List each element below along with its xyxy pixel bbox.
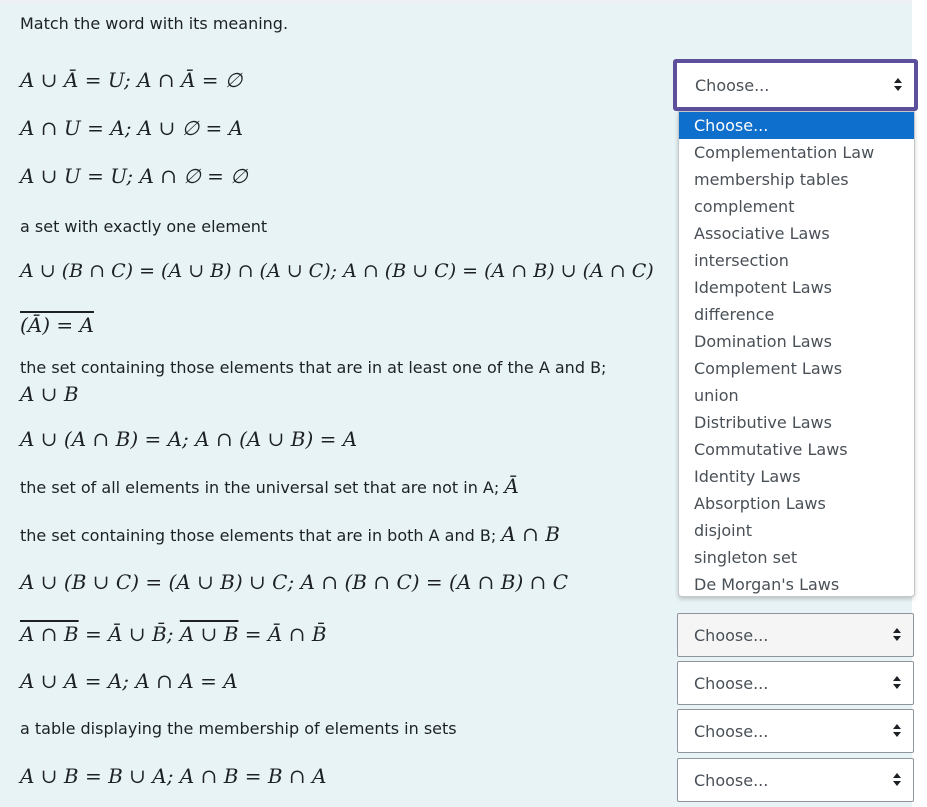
select-arrows-icon: [891, 767, 903, 795]
select-value: Choose...: [694, 771, 769, 790]
match-stem-2: A ∩ U = A; A ∪ ∅ = A: [20, 116, 244, 140]
select-options-list[interactable]: Choose... Complementation Law membership…: [678, 111, 915, 597]
de-morgan-rhs-2: = Ā ∩ B̄: [238, 622, 327, 646]
option-distributive-laws[interactable]: Distributive Laws: [679, 409, 914, 436]
match-stem-9: the set of all elements in the universal…: [20, 474, 519, 498]
match-stem-3: A ∪ U = U; A ∩ ∅ = ∅: [20, 164, 248, 188]
answer-select-12[interactable]: Choose...: [677, 613, 914, 657]
match-stem-4: a set with exactly one element: [20, 217, 268, 236]
question-prompt: Match the word with its meaning.: [20, 14, 289, 33]
match-stem-12: A ∩ B = Ā ∪ B̄; A ∪ B = Ā ∩ B̄: [20, 622, 327, 646]
option-idempotent-laws[interactable]: Idempotent Laws: [679, 274, 914, 301]
answer-select-14[interactable]: Choose...: [677, 709, 914, 753]
match-stem-10-math: A ∩ B: [501, 522, 560, 546]
option-absorption-laws[interactable]: Absorption Laws: [679, 490, 914, 517]
match-stem-13: A ∪ A = A; A ∩ A = A: [20, 669, 238, 693]
option-identity-laws[interactable]: Identity Laws: [679, 463, 914, 490]
de-morgan-rhs-1: = Ā ∪ B̄;: [78, 622, 180, 646]
match-stem-6: (Ā) = A: [20, 313, 94, 337]
option-disjoint[interactable]: disjoint: [679, 517, 914, 544]
answer-select-15[interactable]: Choose...: [677, 758, 914, 802]
de-morgan-lhs-2: A ∪ B: [179, 622, 239, 646]
match-stem-10-text: the set containing those elements that a…: [20, 526, 497, 545]
option-intersection[interactable]: intersection: [679, 247, 914, 274]
option-complementation-law[interactable]: Complementation Law: [679, 139, 914, 166]
option-membership-tables[interactable]: membership tables: [679, 166, 914, 193]
select-value: Choose...: [694, 674, 769, 693]
match-stem-10: the set containing those elements that a…: [20, 522, 560, 546]
option-associative-laws[interactable]: Associative Laws: [679, 220, 914, 247]
answer-select-1[interactable]: Choose...: [673, 59, 918, 111]
match-stem-5: A ∪ (B ∩ C) = (A ∪ B) ∩ (A ∪ C); A ∩ (B …: [20, 260, 654, 282]
option-complement[interactable]: complement: [679, 193, 914, 220]
match-stem-9-math: Ā: [504, 474, 519, 498]
answer-select-13[interactable]: Choose...: [677, 661, 914, 705]
de-morgan-lhs-1: A ∩ B: [20, 622, 79, 646]
option-choose[interactable]: Choose...: [679, 112, 914, 139]
select-arrows-icon: [892, 72, 904, 100]
select-arrows-icon: [891, 718, 903, 746]
match-stem-7-text: the set containing those elements that a…: [20, 358, 607, 377]
select-value: Choose...: [694, 626, 769, 645]
select-arrows-icon: [891, 670, 903, 698]
option-de-morgans-laws[interactable]: De Morgan's Laws: [679, 571, 914, 596]
match-stem-8: A ∪ (A ∩ B) = A; A ∩ (A ∪ B) = A: [20, 427, 358, 451]
match-stem-1: A ∪ Ā = U; A ∩ Ā = ∅: [20, 68, 243, 92]
select-value: Choose...: [694, 722, 769, 741]
match-stem-9-text: the set of all elements in the universal…: [20, 478, 500, 497]
match-stem-15: A ∪ B = B ∪ A; A ∩ B = B ∩ A: [20, 764, 327, 788]
select-value: Choose...: [695, 76, 770, 95]
option-singleton-set[interactable]: singleton set: [679, 544, 914, 571]
option-complement-laws[interactable]: Complement Laws: [679, 355, 914, 382]
match-stem-14: a table displaying the membership of ele…: [20, 719, 457, 738]
option-commutative-laws[interactable]: Commutative Laws: [679, 436, 914, 463]
match-stem-7-math: A ∪ B: [20, 382, 79, 406]
double-complement-expr: (Ā) = A: [20, 313, 94, 337]
option-difference[interactable]: difference: [679, 301, 914, 328]
option-union[interactable]: union: [679, 382, 914, 409]
option-domination-laws[interactable]: Domination Laws: [679, 328, 914, 355]
select-arrows-icon: [891, 622, 903, 650]
match-stem-11: A ∪ (B ∪ C) = (A ∪ B) ∪ C; A ∩ (B ∩ C) =…: [20, 570, 569, 594]
